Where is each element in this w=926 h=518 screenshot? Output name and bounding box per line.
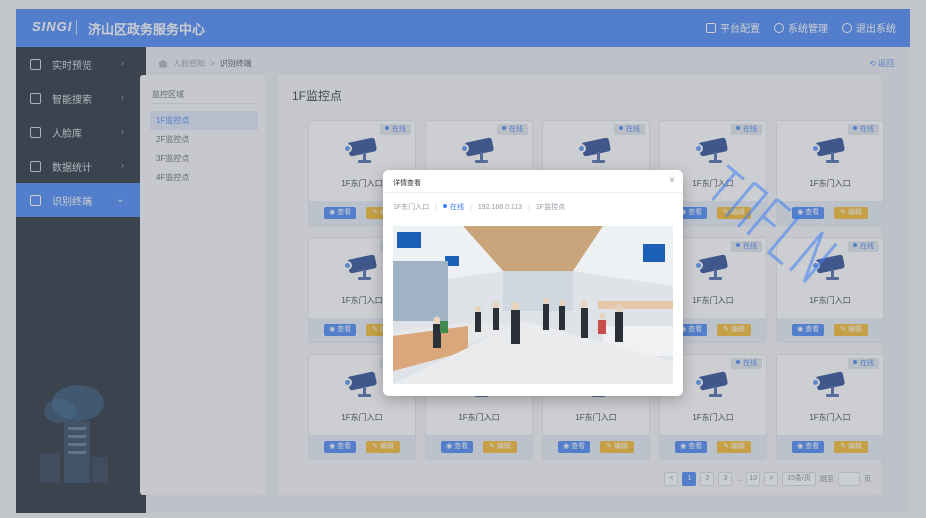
modal-title: 详情查看 <box>393 180 421 187</box>
info-separator: | <box>435 203 437 211</box>
info-separator: | <box>528 203 530 211</box>
modal-ip: 192.168.0.113 <box>477 203 523 211</box>
camera-snapshot-image <box>393 226 673 384</box>
modal-device-name: 1F东门入口 <box>393 204 430 211</box>
modal-status: 在线 <box>443 202 464 212</box>
modal-area: 1F监控点 <box>535 204 566 211</box>
close-icon[interactable]: × <box>669 175 675 186</box>
modal-device-info: 1F东门入口 | 在线 | 192.168.0.113 | 1F监控点 <box>393 202 565 212</box>
info-separator: | <box>470 203 472 211</box>
modal-status-label: 在线 <box>450 204 464 211</box>
modal-divider <box>383 192 683 193</box>
status-dot <box>443 204 447 208</box>
detail-modal: 详情查看 × 1F东门入口 | 在线 | 192.168.0.113 | 1F监… <box>383 170 683 396</box>
